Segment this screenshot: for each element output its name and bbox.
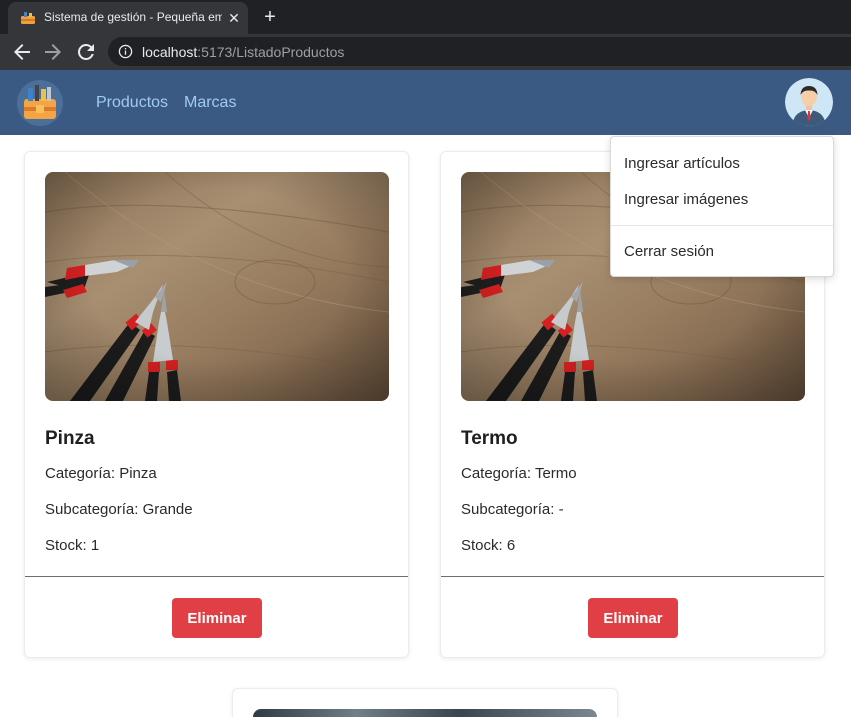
menu-item-ingresar-articulos[interactable]: Ingresar artículos: [611, 147, 833, 181]
product-name: Pinza: [45, 428, 95, 449]
reload-icon[interactable]: [74, 40, 98, 64]
new-tab-button[interactable]: +: [258, 5, 282, 29]
card-divider: [25, 576, 408, 577]
tab-title: Sistema de gestión - Pequeña em: [44, 10, 222, 24]
card-divider: [441, 576, 824, 577]
product-card-partial: [232, 688, 618, 717]
browser-tab[interactable]: Sistema de gestión - Pequeña em ✕: [8, 2, 248, 34]
product-stock: Stock: 1: [45, 537, 100, 554]
product-name: Termo: [461, 428, 518, 449]
toolbox-logo-icon[interactable]: [16, 79, 64, 127]
url-host: localhost: [142, 44, 198, 60]
user-dropdown-menu: Ingresar artículos Ingresar imágenes Cer…: [610, 136, 834, 277]
menu-item-cerrar-sesion[interactable]: Cerrar sesión: [611, 235, 833, 269]
delete-button[interactable]: Eliminar: [588, 598, 678, 638]
nav-link-marcas[interactable]: Marcas: [184, 94, 236, 112]
toolbox-favicon-icon: [21, 12, 35, 24]
product-subcategory: Subcategoría: -: [461, 501, 564, 518]
menu-divider: [611, 225, 833, 226]
menu-item-ingresar-imagenes[interactable]: Ingresar imágenes: [611, 183, 833, 217]
forward-arrow-icon[interactable]: [41, 40, 65, 64]
product-image: [45, 172, 389, 401]
product-stock: Stock: 6: [461, 537, 516, 554]
product-category: Categoría: Termo: [461, 465, 577, 482]
url-text: localhost:5173/ListadoProductos: [142, 44, 344, 60]
address-bar[interactable]: localhost:5173/ListadoProductos: [108, 37, 851, 66]
delete-button[interactable]: Eliminar: [172, 598, 262, 638]
browser-tabstrip: Sistema de gestión - Pequeña em ✕ +: [0, 0, 851, 34]
url-path: :5173/ListadoProductos: [197, 44, 345, 60]
back-arrow-icon[interactable]: [10, 40, 34, 64]
product-category: Categoría: Pinza: [45, 465, 157, 482]
product-image: [253, 709, 597, 717]
info-icon[interactable]: [118, 44, 133, 59]
tab-close-icon[interactable]: ✕: [226, 10, 242, 26]
product-card: Pinza Categoría: Pinza Subcategoría: Gra…: [24, 151, 409, 658]
product-subcategory: Subcategoría: Grande: [45, 501, 193, 518]
nav-link-productos[interactable]: Productos: [96, 94, 168, 112]
browser-toolbar: localhost:5173/ListadoProductos: [0, 34, 851, 70]
app-navbar: Productos Marcas: [0, 70, 851, 135]
user-avatar-icon[interactable]: [785, 78, 833, 126]
